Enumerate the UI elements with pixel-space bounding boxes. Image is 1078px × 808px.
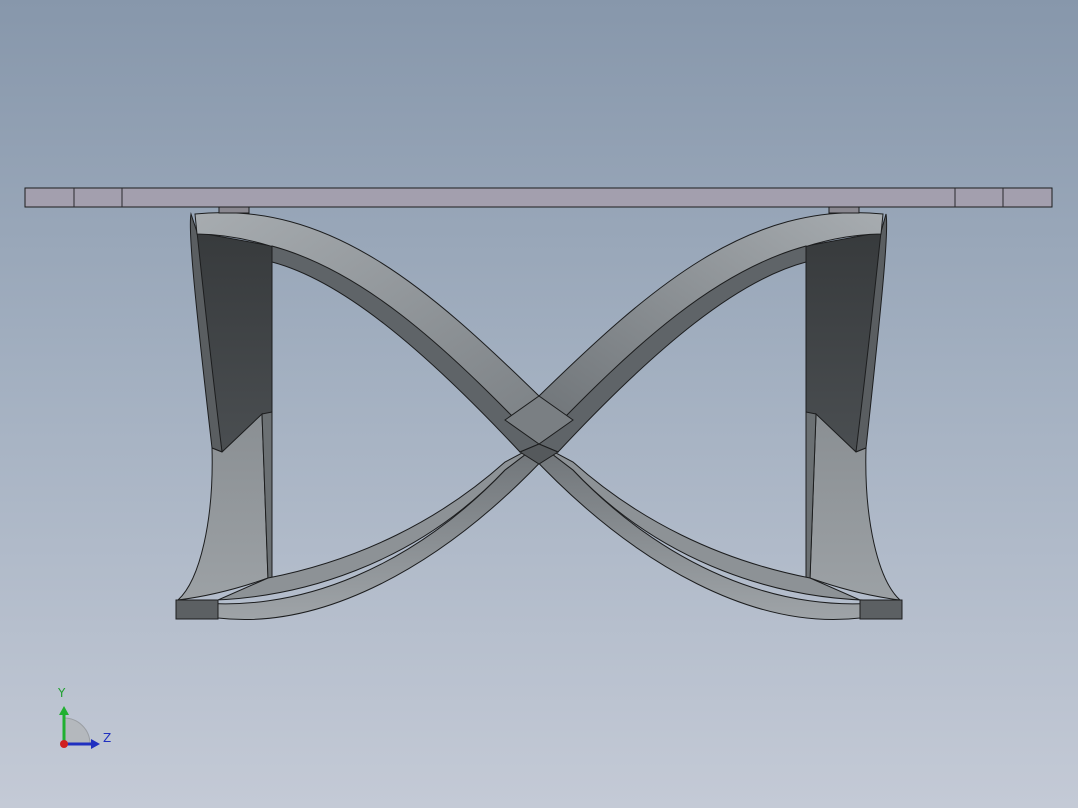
graphics-viewport[interactable]: Y Z — [0, 0, 1078, 808]
left-pad — [218, 206, 250, 214]
right-pad — [828, 206, 860, 214]
right-foot — [859, 599, 903, 620]
table-model[interactable] — [0, 0, 1078, 808]
triad-quarter-arc — [63, 717, 91, 745]
y-arrow-icon — [59, 706, 69, 715]
left-foot — [175, 599, 219, 620]
origin-dot-icon — [60, 740, 68, 748]
upper-right-arm-face — [538, 245, 807, 453]
upper-left-arm-face — [271, 245, 540, 453]
tabletop — [24, 187, 1053, 208]
y-axis-label: Y — [58, 686, 66, 700]
z-arrow-icon — [91, 739, 100, 749]
orientation-triad: Y Z — [50, 686, 120, 752]
z-axis-label: Z — [103, 731, 112, 745]
